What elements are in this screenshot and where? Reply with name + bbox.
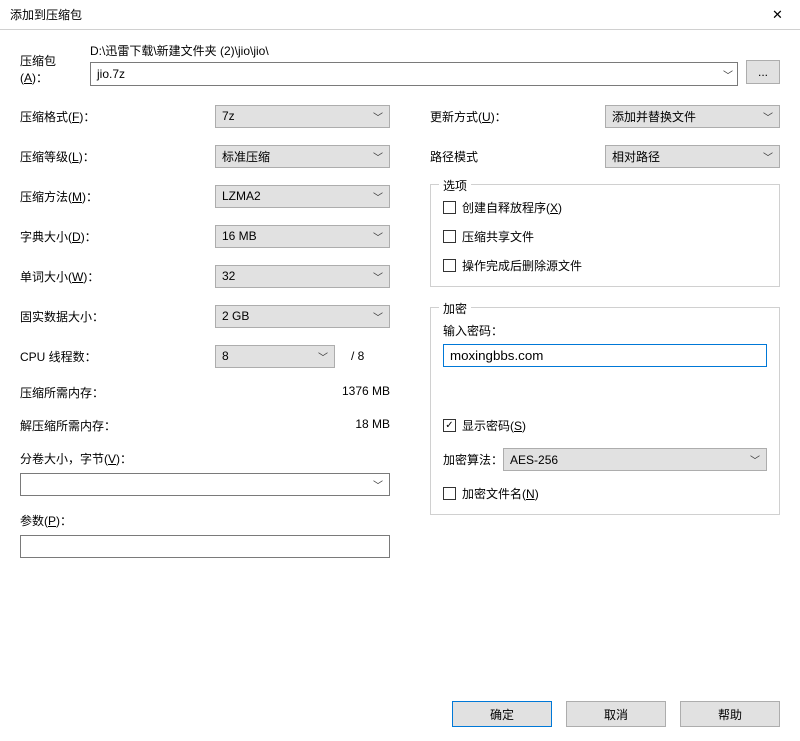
chevron-down-icon: ﹀ <box>373 149 383 164</box>
chevron-down-icon: ﹀ <box>373 189 383 204</box>
chevron-down-icon: ﹀ <box>750 452 760 467</box>
level-select[interactable]: 标准压缩﹀ <box>215 145 390 168</box>
params-input[interactable] <box>20 535 390 558</box>
level-label: 压缩等级(L)： <box>20 148 215 165</box>
split-label: 分卷大小，字节(V)： <box>20 450 390 467</box>
update-select[interactable]: 添加并替换文件﹀ <box>605 105 780 128</box>
dict-select[interactable]: 16 MB﹀ <box>215 225 390 248</box>
solid-label: 固实数据大小： <box>20 308 215 325</box>
enc-algo-label: 加密算法： <box>443 451 503 468</box>
chevron-down-icon: ﹀ <box>373 109 383 124</box>
password-input[interactable] <box>443 344 767 367</box>
method-label: 压缩方法(M)： <box>20 188 215 205</box>
mem-decompress-label: 解压缩所需内存： <box>20 417 116 434</box>
help-button[interactable]: 帮助 <box>680 701 780 727</box>
mem-compress-label: 压缩所需内存： <box>20 384 104 401</box>
format-label: 压缩格式(F)： <box>20 108 215 125</box>
chevron-down-icon: ﹀ <box>373 477 383 492</box>
encrypt-names-checkbox[interactable] <box>443 487 456 500</box>
encrypt-names-label: 加密文件名(N) <box>462 485 539 502</box>
window-title: 添加到压缩包 <box>10 6 82 23</box>
close-icon: ✕ <box>772 7 783 23</box>
shared-checkbox[interactable] <box>443 230 456 243</box>
chevron-down-icon: ﹀ <box>318 349 328 364</box>
shared-label: 压缩共享文件 <box>462 228 534 245</box>
encryption-fieldset: 加密 输入密码： 显示密码(S) 加密算法： AES-256﹀ 加密文件名(N) <box>430 307 780 515</box>
pathmode-label: 路径模式 <box>430 148 605 165</box>
ok-button[interactable]: 确定 <box>452 701 552 727</box>
method-select[interactable]: LZMA2﹀ <box>215 185 390 208</box>
mem-compress-value: 1376 MB <box>342 384 390 401</box>
threads-select[interactable]: 8﹀ <box>215 345 335 368</box>
split-combo[interactable]: ﹀ <box>20 473 390 496</box>
mem-decompress-value: 18 MB <box>355 417 390 434</box>
word-select[interactable]: 32﹀ <box>215 265 390 288</box>
archive-path: D:\迅雷下载\新建文件夹 (2)\jio\jio\ <box>90 42 738 59</box>
delete-checkbox[interactable] <box>443 259 456 272</box>
update-label: 更新方式(U)： <box>430 108 605 125</box>
close-button[interactable]: ✕ <box>755 0 800 30</box>
chevron-down-icon: ﹀ <box>373 229 383 244</box>
titlebar: 添加到压缩包 ✕ <box>0 0 800 30</box>
cancel-button[interactable]: 取消 <box>566 701 666 727</box>
dict-label: 字典大小(D)： <box>20 228 215 245</box>
encryption-legend: 加密 <box>439 300 471 317</box>
show-password-checkbox[interactable] <box>443 419 456 432</box>
archive-filename-combo[interactable]: jio.7z ﹀ <box>90 62 738 86</box>
format-select[interactable]: 7z﹀ <box>215 105 390 128</box>
solid-select[interactable]: 2 GB﹀ <box>215 305 390 328</box>
threads-label: CPU 线程数： <box>20 348 215 365</box>
chevron-down-icon: ﹀ <box>373 309 383 324</box>
sfx-label: 创建自释放程序(X) <box>462 199 562 216</box>
chevron-down-icon: ﹀ <box>763 149 773 164</box>
chevron-down-icon: ﹀ <box>723 67 733 82</box>
params-label: 参数(P)： <box>20 512 390 529</box>
pathmode-select[interactable]: 相对路径﹀ <box>605 145 780 168</box>
delete-label: 操作完成后删除源文件 <box>462 257 582 274</box>
word-label: 单词大小(W)： <box>20 268 215 285</box>
threads-max: / 8 <box>351 349 364 363</box>
archive-label: 压缩包(A)： <box>20 42 82 86</box>
sfx-checkbox[interactable] <box>443 201 456 214</box>
options-fieldset: 选项 创建自释放程序(X) 压缩共享文件 操作完成后删除源文件 <box>430 184 780 287</box>
enc-algo-select[interactable]: AES-256﹀ <box>503 448 767 471</box>
chevron-down-icon: ﹀ <box>373 269 383 284</box>
options-legend: 选项 <box>439 177 471 194</box>
show-password-label: 显示密码(S) <box>462 417 526 434</box>
browse-button[interactable]: ... <box>746 60 780 84</box>
password-label: 输入密码： <box>443 322 767 339</box>
chevron-down-icon: ﹀ <box>763 109 773 124</box>
